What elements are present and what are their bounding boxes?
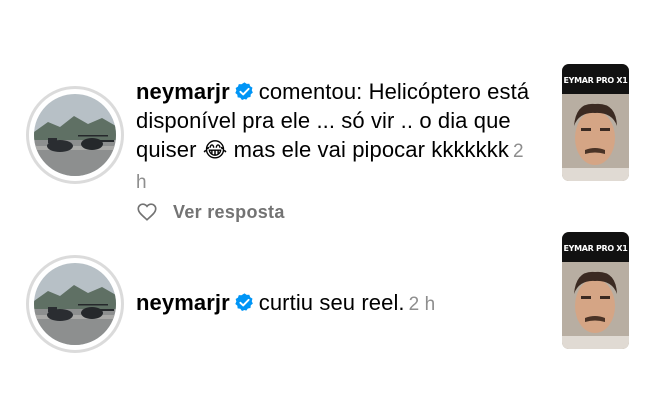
notification-text: neymarjr comentou: Helicóptero está dispo… (136, 77, 536, 197)
avatar[interactable] (26, 255, 124, 353)
username[interactable]: neymarjr (136, 79, 230, 104)
helicopter-photo-icon (34, 263, 116, 345)
verified-badge-icon (235, 293, 253, 311)
comment-text-tail: mas ele vai pipocar kkkkkkk (233, 137, 509, 162)
avatar-image (34, 94, 116, 176)
timestamp: 2 h (408, 294, 436, 315)
thumbnail-title: EYMAR PRO X1 (563, 244, 628, 253)
helicopter-photo-icon (34, 94, 116, 176)
notification-text: neymarjr curtiu seu reel. 2 h (136, 288, 536, 319)
avatar[interactable] (26, 86, 124, 184)
reply-row: Ver resposta (136, 199, 285, 225)
reel-thumbnail[interactable]: EYMAR PRO X1 (562, 64, 629, 181)
username[interactable]: neymarjr (136, 290, 230, 315)
thumbnail-title: EYMAR PRO X1 (563, 76, 628, 85)
view-reply-link[interactable]: Ver resposta (173, 202, 285, 223)
like-text: curtiu seu reel. (258, 290, 405, 315)
avatar-image (34, 263, 116, 345)
laughing-emoji: 😂 (202, 139, 228, 162)
verified-badge-icon (235, 82, 253, 100)
reel-thumbnail[interactable]: EYMAR PRO X1 (562, 232, 629, 349)
heart-icon[interactable] (136, 201, 158, 223)
